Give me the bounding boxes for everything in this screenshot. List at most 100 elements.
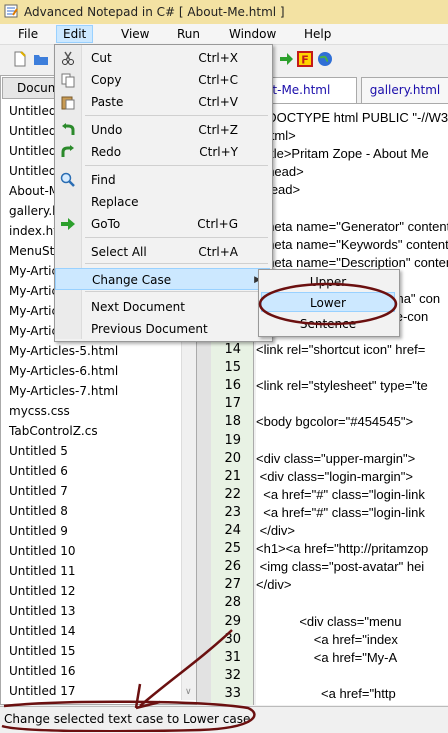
- menu-item-label: Paste: [91, 95, 124, 109]
- file-list-item[interactable]: Untitled 10: [4, 541, 182, 561]
- code-line: <meta name="Keywords" content: [256, 236, 448, 252]
- menu-item-shortcut: Ctrl+C: [198, 73, 238, 87]
- menu-run[interactable]: Run: [171, 26, 206, 42]
- code-editor[interactable]: <!DOCTYPE html PUBLIC "-//W3C <html> <titl…: [256, 104, 448, 705]
- edit-menu-item-next-document[interactable]: Next Document: [55, 296, 270, 318]
- line-number: 20: [224, 450, 241, 466]
- edit-menu-item-replace[interactable]: Replace: [55, 191, 270, 213]
- file-list-item[interactable]: Untitled 15: [4, 641, 182, 661]
- menu-separator: [85, 115, 268, 116]
- edit-menu-item-copy[interactable]: Copy Ctrl+C: [55, 69, 270, 91]
- status-bar: Change selected text case to Lower case: [0, 706, 448, 733]
- line-number: 29: [224, 613, 241, 629]
- code-line: <!DOCTYPE html PUBLIC "-//W3C: [256, 110, 448, 125]
- file-list-item[interactable]: Untitled 6: [4, 461, 182, 481]
- code-line: <meta name="Description" content: [256, 254, 448, 270]
- menu-bar: File Edit View Run Window Help: [0, 24, 448, 45]
- menu-item-label: Select All: [91, 245, 147, 259]
- menu-item-shortcut: Ctrl+Y: [199, 145, 238, 159]
- scroll-down-arrow-icon[interactable]: ∨: [185, 687, 193, 697]
- line-number: 30: [224, 631, 241, 647]
- line-number: 26: [224, 559, 241, 575]
- menu-edit[interactable]: Edit: [56, 25, 94, 43]
- line-number: 28: [224, 595, 241, 611]
- new-file-icon[interactable]: [12, 51, 28, 67]
- edit-menu-item-previous-document[interactable]: Previous Document: [55, 318, 270, 340]
- paste-icon: [61, 96, 75, 110]
- menu-item-label: Change Case: [92, 273, 172, 287]
- function-icon[interactable]: F: [297, 51, 313, 67]
- edit-menu-item-cut[interactable]: Cut Ctrl+X: [55, 47, 270, 69]
- code-line: <a href="http: [256, 685, 396, 701]
- edit-menu-item-change-case[interactable]: Change Case▶: [55, 268, 270, 290]
- run-arrow-icon[interactable]: [278, 51, 294, 67]
- edit-menu-item-find[interactable]: Find: [55, 169, 270, 191]
- edit-menu-item-undo[interactable]: Undo Ctrl+Z: [55, 119, 270, 141]
- file-list-item[interactable]: Untitled 16: [4, 661, 182, 681]
- menu-item-label: Next Document: [91, 300, 185, 314]
- goto-arrow-icon: [61, 218, 75, 230]
- line-number: 14: [224, 342, 241, 357]
- case-sentence[interactable]: Sentence: [261, 314, 395, 334]
- edit-menu-item-redo[interactable]: Redo Ctrl+Y: [55, 141, 270, 163]
- file-list-item[interactable]: Untitled 7: [4, 481, 182, 501]
- menu-help[interactable]: Help: [298, 26, 337, 42]
- undo-icon: [62, 123, 75, 135]
- globe-icon[interactable]: [317, 51, 333, 67]
- menu-item-shortcut: Ctrl+Z: [198, 123, 238, 137]
- menu-item-label: Copy: [91, 73, 122, 87]
- file-list-item[interactable]: Untitled 9: [4, 521, 182, 541]
- status-text: Change selected text case to Lower case: [4, 712, 251, 726]
- edit-menu-item-select-all[interactable]: Select All Ctrl+A: [55, 241, 270, 263]
- file-list-item[interactable]: Untitled 5: [4, 441, 182, 461]
- code-line: <a href="#" class="login-link: [256, 504, 425, 520]
- menu-item-label: GoTo: [91, 217, 121, 231]
- menu-view[interactable]: View: [115, 26, 155, 42]
- redo-icon: [61, 145, 74, 157]
- line-number: 21: [224, 468, 241, 484]
- line-number: 16: [224, 378, 241, 394]
- code-line: </div>: [256, 577, 292, 593]
- line-number: 27: [224, 577, 241, 593]
- code-line: <h1><a href="http://pritamzop: [256, 541, 429, 557]
- file-list-item[interactable]: Untitled 17: [4, 681, 182, 701]
- line-number: 19: [224, 432, 241, 448]
- edit-menu-item-paste[interactable]: Paste Ctrl+V: [55, 91, 270, 113]
- code-line: <a href="#" class="login-link: [256, 486, 425, 502]
- case-lower[interactable]: Lower: [261, 292, 395, 312]
- edit-menu-item-goto[interactable]: GoTo Ctrl+G: [55, 213, 270, 235]
- file-list-item[interactable]: Untitled 14: [4, 621, 182, 641]
- file-list-item[interactable]: Untitled 13: [4, 601, 182, 621]
- line-number: 25: [224, 541, 241, 557]
- file-list-item[interactable]: My-Articles-5.html: [4, 341, 182, 361]
- menu-item-label: Undo: [91, 123, 123, 137]
- code-line: </div>: [256, 523, 296, 538]
- magnifier-icon: [60, 172, 75, 187]
- menu-separator: [85, 237, 268, 238]
- open-folder-icon[interactable]: [33, 51, 49, 67]
- file-list-item[interactable]: Untitled 8: [4, 501, 182, 521]
- file-list-item[interactable]: Untitled 11: [4, 561, 182, 581]
- menu-item-label: Previous Document: [91, 322, 208, 336]
- code-line: <a href="My-A: [256, 649, 398, 665]
- menu-separator: [85, 165, 268, 166]
- line-number: 32: [224, 667, 241, 683]
- menu-separator: [85, 291, 268, 292]
- menu-file[interactable]: File: [12, 26, 44, 42]
- file-list-item[interactable]: TabControlZ.cs: [4, 421, 182, 441]
- file-list-item[interactable]: My-Articles-6.html: [4, 361, 182, 381]
- menu-item-label: Redo: [91, 145, 122, 159]
- code-line: <link rel="shortcut icon" href=: [256, 342, 426, 357]
- case-upper[interactable]: Upper: [261, 272, 395, 292]
- line-number: 23: [224, 504, 241, 520]
- code-line: <div class="upper-margin">: [256, 450, 416, 466]
- documents-header[interactable]: Documents: [2, 77, 56, 99]
- file-list-item[interactable]: mycss.css: [4, 401, 182, 421]
- menu-window[interactable]: Window: [223, 26, 282, 42]
- tab-gallery[interactable]: gallery.html: [361, 77, 448, 103]
- code-line: <body bgcolor="#454545">: [256, 414, 414, 430]
- file-list-item[interactable]: Untitled 12: [4, 581, 182, 601]
- menu-item-shortcut: Ctrl+V: [198, 95, 238, 109]
- file-list-item[interactable]: My-Articles-7.html: [4, 381, 182, 401]
- copy-icon: [61, 73, 75, 88]
